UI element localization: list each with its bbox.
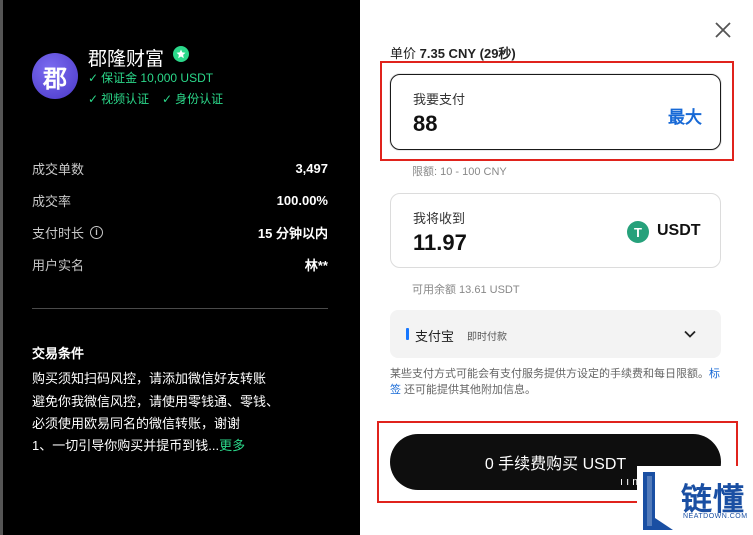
stat-row-orders: 成交单数 3,497 — [32, 158, 328, 178]
pay-label: 我要支付 — [413, 92, 466, 107]
watermark-subtitle: NEATDOWN.COM — [683, 513, 748, 520]
identity-certification: ✓ 身份认证 — [162, 90, 223, 107]
receive-currency: USDT — [657, 222, 701, 239]
notice-text: 某些支付方式可能会有支付服务提供方设定的手续费和每日限额。 — [390, 368, 709, 380]
watermark-logo: 链懂 NEATDOWN.COM — [637, 466, 753, 535]
video-certification: ✓ 视频认证 — [88, 90, 149, 107]
terms-line: 避免你我微信风控，请使用零钱通、零钱、 — [32, 394, 280, 409]
merchant-avatar: 郡 — [32, 53, 78, 99]
stat-label-wrap: 支付时长 i — [32, 223, 104, 242]
buy-button-label: 0 手续费购买 USDT — [484, 456, 627, 473]
unit-price-value: 7.35 CNY — [419, 46, 477, 61]
stat-label: 成交率 — [32, 193, 72, 209]
stat-row-real-name: 用户实名 林** — [32, 254, 328, 274]
usdt-icon: T — [627, 221, 649, 243]
deposit-label: 保证金 10,000 USDT — [101, 71, 214, 85]
payment-method-tag: 即时付款 — [467, 332, 507, 343]
divider — [32, 308, 328, 309]
check-icon: ✓ — [162, 92, 173, 106]
receive-label: 我将收到 — [413, 211, 466, 226]
stat-value: 3,497 — [295, 160, 328, 176]
limit-hint: 限额: 10 - 100 CNY — [412, 166, 507, 178]
merchant-panel: 郡 郡隆财富 ✓ 保证金 10,000 USDT ✓ 视频认证 ✓ 身份认证 成交单数… — [0, 0, 360, 535]
video-label: 视频认证 — [101, 92, 150, 106]
max-button[interactable]: 最大 — [668, 103, 702, 128]
verified-icon — [173, 46, 189, 62]
payment-method-select[interactable]: 支付宝 即时付款 — [390, 310, 721, 358]
pay-amount-input[interactable]: 88 — [413, 111, 437, 137]
panel-edge — [0, 0, 3, 535]
method-indicator — [406, 328, 409, 340]
chevron-down-icon — [684, 330, 696, 338]
notice-text: 还可能提供其他附加信息。 — [401, 384, 537, 396]
payment-method-name: 支付宝 — [415, 329, 455, 344]
unit-price: 单价 7.35 CNY (29秒) — [390, 43, 516, 62]
deposit-certification: ✓ 保证金 10,000 USDT — [88, 69, 213, 86]
terms-title: 交易条件 — [32, 346, 85, 361]
unit-price-label: 单价 — [390, 46, 417, 61]
close-icon[interactable] — [713, 20, 733, 40]
check-icon: ✓ — [88, 92, 99, 106]
info-icon[interactable]: i — [90, 225, 104, 239]
stat-row-payment-time: 支付时长 i 15 分钟以内 — [32, 222, 328, 242]
balance-hint: 可用余额 13.61 USDT — [412, 284, 520, 296]
terms-line-last: 1、一切引导你购买并提币到钱...更多 — [32, 435, 245, 454]
receive-amount-input[interactable]: 11.97 — [413, 230, 467, 256]
merchant-name[interactable]: 郡隆财富 — [88, 44, 164, 71]
more-link[interactable]: 更多 — [219, 438, 245, 453]
stat-label: 用户实名 — [32, 257, 85, 273]
pay-amount-field[interactable]: 我要支付 88 最大 — [390, 74, 721, 150]
price-countdown: (29秒) — [479, 46, 516, 61]
watermark-l-icon — [643, 472, 673, 530]
terms-line: 1、一切引导你购买并提币到钱... — [32, 438, 220, 453]
stat-row-completion-rate: 成交率 100.00% — [32, 190, 328, 210]
fee-notice: 某些支付方式可能会有支付服务提供方设定的手续费和每日限额。标签 还可能提供其他附… — [390, 366, 725, 398]
identity-label: 身份认证 — [175, 92, 224, 106]
terms-line: 购买须知扫码风控，请添加微信好友转账 — [32, 371, 267, 386]
stat-label: 成交单数 — [32, 161, 85, 177]
stat-value: 15 分钟以内 — [257, 225, 328, 241]
check-icon: ✓ — [88, 71, 99, 85]
terms-line: 必须使用欧易同名的微信转账，谢谢 — [32, 416, 241, 431]
stat-label: 支付时长 — [32, 225, 85, 241]
stat-value: 林** — [304, 257, 328, 273]
receive-amount-field[interactable]: 我将收到 11.97 T USDT — [390, 193, 721, 268]
stat-value: 100.00% — [276, 192, 328, 208]
